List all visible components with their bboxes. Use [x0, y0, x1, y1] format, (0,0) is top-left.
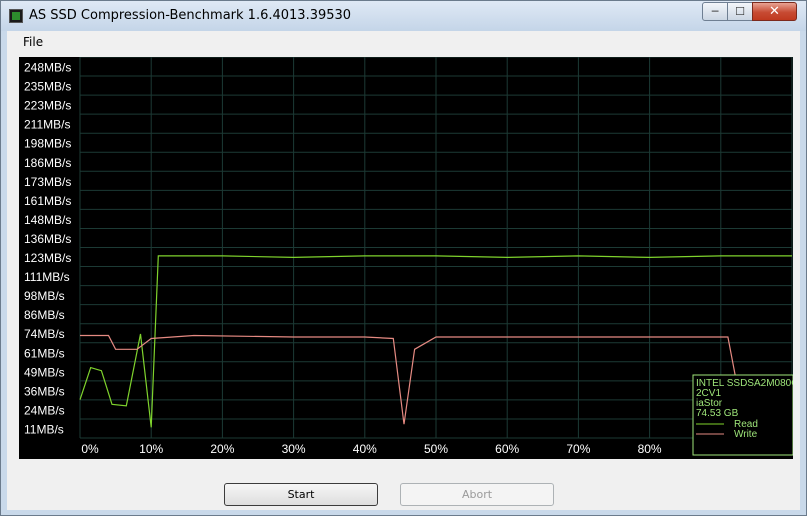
- y-tick-label: 86MB/s: [24, 308, 65, 322]
- x-tick-label: 0%: [81, 442, 99, 456]
- y-tick-label: 148MB/s: [24, 213, 71, 227]
- x-tick-label: 70%: [566, 442, 590, 456]
- y-tick-label: 248MB/s: [24, 61, 71, 75]
- menu-bar: File: [7, 31, 800, 53]
- y-tick-label: 111MB/s: [24, 270, 70, 284]
- maximize-button[interactable]: ☐: [727, 2, 753, 21]
- y-tick-label: 11MB/s: [24, 422, 64, 436]
- x-tick-label: 10%: [139, 442, 163, 456]
- minimize-icon: ─: [711, 5, 719, 18]
- app-icon: [9, 9, 23, 23]
- y-tick-label: 198MB/s: [24, 137, 71, 151]
- y-tick-label: 98MB/s: [24, 289, 65, 303]
- legend-label-write: Write: [734, 429, 758, 440]
- maximize-icon: ☐: [735, 5, 745, 18]
- benchmark-chart: 248MB/s 235MB/s 223MB/s 211MB/s 198MB/s 186MB…: [19, 57, 793, 459]
- close-icon: ✕: [769, 4, 780, 19]
- y-tick-label: 235MB/s: [24, 80, 71, 94]
- legend-device-info: 74.53 GB: [696, 408, 739, 419]
- y-tick-label: 74MB/s: [24, 327, 65, 341]
- y-tick-label: 223MB/s: [24, 99, 71, 113]
- app-window: AS SSD Compression-Benchmark 1.6.4013.39…: [0, 0, 807, 516]
- x-tick-label: 80%: [638, 442, 662, 456]
- y-tick-label: 161MB/s: [24, 194, 71, 208]
- y-tick-label: 49MB/s: [24, 365, 65, 379]
- y-tick-label: 61MB/s: [24, 346, 65, 360]
- menu-file[interactable]: File: [23, 35, 43, 49]
- start-button[interactable]: Start: [224, 483, 378, 506]
- minimize-button[interactable]: ─: [702, 2, 728, 21]
- y-tick-label: 136MB/s: [24, 232, 71, 246]
- title-bar[interactable]: AS SSD Compression-Benchmark 1.6.4013.39…: [1, 1, 806, 31]
- y-tick-label: 36MB/s: [24, 384, 65, 398]
- y-tick-label: 123MB/s: [24, 251, 71, 265]
- y-tick-label: 24MB/s: [24, 403, 65, 417]
- window-title: AS SSD Compression-Benchmark 1.6.4013.39…: [29, 8, 352, 23]
- y-tick-label: 211MB/s: [24, 118, 70, 132]
- chart-background: [19, 57, 793, 459]
- y-tick-label: 173MB/s: [24, 175, 71, 189]
- close-button[interactable]: ✕: [752, 2, 797, 21]
- x-tick-label: 30%: [282, 442, 306, 456]
- x-tick-label: 20%: [210, 442, 234, 456]
- x-tick-label: 60%: [495, 442, 519, 456]
- x-tick-label: 50%: [424, 442, 448, 456]
- x-tick-label: 40%: [353, 442, 377, 456]
- client-area: 248MB/s 235MB/s 223MB/s 211MB/s 198MB/s 186MB…: [7, 53, 800, 510]
- abort-button[interactable]: Abort: [400, 483, 554, 506]
- y-tick-label: 186MB/s: [24, 156, 71, 170]
